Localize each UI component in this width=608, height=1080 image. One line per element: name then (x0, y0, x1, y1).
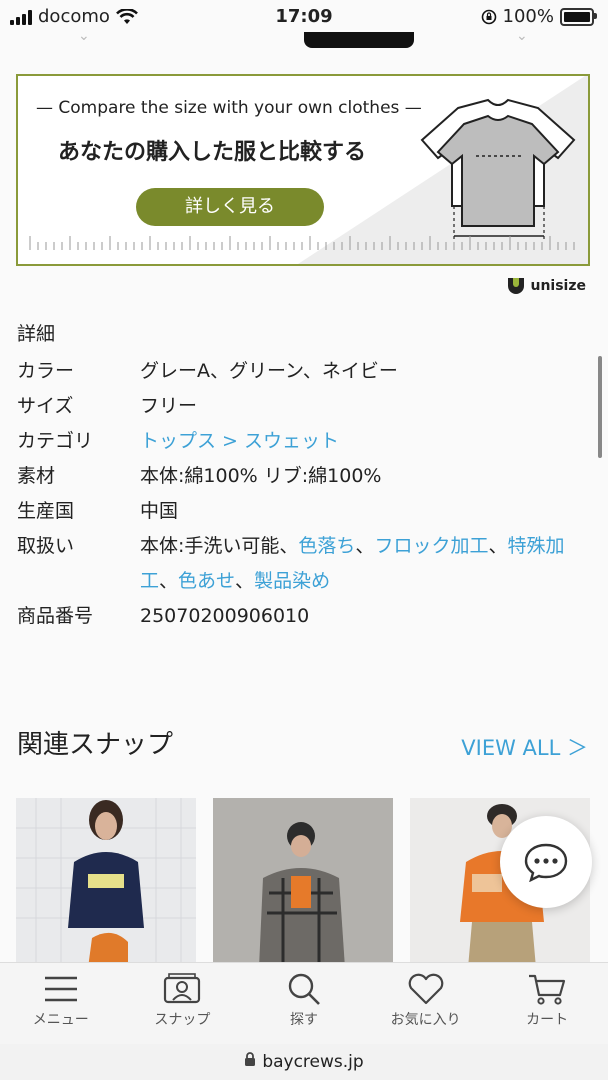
origin-value: 中国 (140, 500, 179, 522)
chevron-right-icon: ⌄ (516, 28, 528, 44)
care-sep: 、 (355, 535, 375, 557)
url-domain: baycrews.jp (262, 1052, 364, 1072)
category-link[interactable]: トップス > スウェット (140, 424, 593, 459)
lock-icon (244, 1044, 256, 1080)
tab-favorites-label: お気に入り (390, 1012, 461, 1028)
item-number-key: 商品番号 (17, 605, 94, 627)
detail-row-item-number: 商品番号 25070200906010 (17, 599, 593, 634)
material-key: 素材 (17, 465, 56, 487)
color-key: カラー (17, 360, 75, 382)
see-details-button[interactable]: 詳しく見る (136, 188, 324, 226)
details-title: 詳細 (17, 323, 56, 345)
detail-row-care: 取扱い 本体:手洗い可能、色落ち、フロック加工、特殊加工、色あせ、製品染め (17, 529, 593, 599)
banner-heading: あなたの購入した服と比較する (58, 140, 367, 165)
bottom-tab-bar: メニュー スナップ 探す お気に入り カート (0, 962, 608, 1045)
view-all-link[interactable]: VIEW ALL ＞ (461, 732, 588, 762)
care-plain: 本体:手洗い可能、 (140, 535, 299, 557)
image-strip-fragment (304, 32, 414, 48)
care-value: 本体:手洗い可能、色落ち、フロック加工、特殊加工、色あせ、製品染め (140, 529, 593, 599)
product-details: 詳細 カラー グレーA、グリーン、ネイビー サイズ フリー カテゴリ トップス … (17, 318, 593, 634)
care-link-discolor[interactable]: 色あせ (178, 570, 235, 592)
snap-icon (164, 973, 201, 1004)
tab-search-label: 探す (289, 1012, 318, 1028)
tab-snap-label: スナップ (154, 1012, 211, 1028)
category-key: カテゴリ (17, 430, 94, 452)
care-sep: 、 (159, 570, 179, 592)
unisize-icon (508, 278, 525, 294)
cart-icon (529, 974, 566, 1005)
size-value: フリー (140, 395, 198, 417)
chat-button[interactable] (500, 816, 592, 908)
battery-percent: 100% (502, 6, 554, 27)
menu-icon (44, 976, 77, 1002)
care-link-flock[interactable]: フロック加工 (374, 535, 488, 557)
tab-cart-label: カート (526, 1012, 569, 1028)
care-link-color-fade[interactable]: 色落ち (298, 535, 355, 557)
banner-subtitle: — Compare the size with your own clothes… (36, 98, 422, 118)
related-snaps-title: 関連スナップ (17, 730, 174, 760)
detail-row-color: カラー グレーA、グリーン、ネイビー (17, 354, 593, 389)
unisize-label: unisize (530, 278, 586, 294)
heart-icon (408, 973, 443, 1005)
search-icon (288, 973, 320, 1005)
item-number-value: 25070200906010 (140, 605, 310, 627)
status-right: 100% (481, 6, 597, 27)
tab-menu-label: メニュー (32, 1012, 89, 1028)
color-value: グレーA、グリーン、ネイビー (140, 360, 398, 382)
care-sep: 、 (488, 535, 508, 557)
detail-row-material: 素材 本体:綿100% リブ:綿100% (17, 459, 593, 494)
tab-favorites[interactable]: お気に入り (365, 963, 487, 1045)
care-key: 取扱い (17, 535, 75, 557)
tab-search[interactable]: 探す (243, 963, 365, 1045)
chevron-left-icon: ⌄ (78, 28, 90, 44)
snap-photo-2[interactable] (213, 798, 393, 968)
ruler-decoration (29, 236, 575, 250)
url-bar[interactable]: baycrews.jp (0, 1044, 608, 1080)
scrollbar[interactable] (598, 356, 602, 458)
detail-row-size: サイズ フリー (17, 389, 593, 424)
size-key: サイズ (17, 395, 74, 417)
unisize-banner[interactable]: — Compare the size with your own clothes… (16, 74, 590, 266)
care-link-dyed[interactable]: 製品染め (254, 570, 330, 592)
tab-cart[interactable]: カート (486, 963, 608, 1045)
origin-key: 生産国 (17, 500, 75, 522)
detail-row-origin: 生産国 中国 (17, 494, 593, 529)
unisize-logo[interactable]: unisize (508, 278, 586, 294)
tab-snap[interactable]: スナップ (122, 963, 244, 1045)
detail-row-category: カテゴリ トップス > スウェット (17, 424, 593, 459)
care-sep: 、 (235, 570, 255, 592)
tshirt-compare-icon (420, 98, 576, 240)
battery-icon (560, 7, 597, 26)
snap-photo-1[interactable] (16, 798, 196, 968)
material-value: 本体:綿100% リブ:綿100% (140, 465, 382, 487)
lock-rotation-icon (481, 9, 496, 24)
chat-icon (524, 843, 568, 882)
tab-menu[interactable]: メニュー (0, 963, 122, 1045)
